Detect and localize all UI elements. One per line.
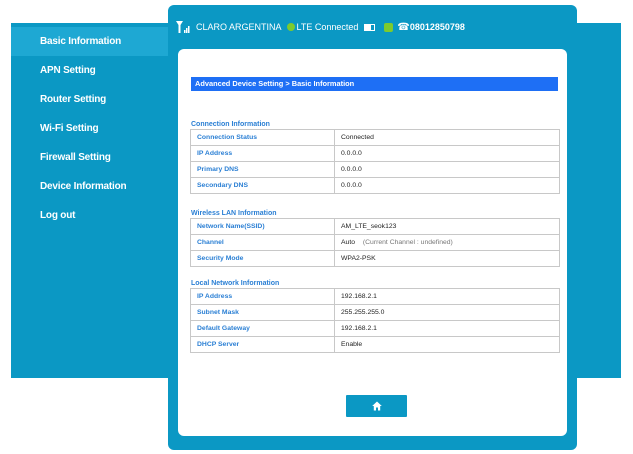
sidebar-item-apn-setting[interactable]: APN Setting [11,56,171,85]
channel-value: Auto [341,239,355,246]
row-value: 0.0.0.0 [334,161,560,178]
row-label: IP Address [190,145,335,162]
row-value: 0.0.0.0 [334,177,560,194]
lan-table: IP Address 192.168.2.1 Subnet Mask 255.2… [190,288,560,353]
sidebar-item-label: Device Information [40,181,127,192]
content-area: Advanced Device Setting > Basic Informat… [178,49,567,436]
table-row: Secondary DNS 0.0.0.0 [190,177,560,194]
table-row: Network Name(SSID) AM_LTE_seok123 [190,218,560,235]
sidebar-item-label: Router Setting [40,94,107,105]
row-value: 192.168.2.1 [334,288,560,305]
phone-number: 08012850798 [409,22,465,32]
row-value: Auto (Current Channel : undefined) [334,234,560,251]
sidebar-item-label: Firewall Setting [40,152,111,163]
connection-section-title: Connection Information [191,121,270,128]
row-value: Connected [334,129,560,146]
row-label: Default Gateway [190,320,335,337]
row-value: Enable [334,336,560,353]
wlan-section-title: Wireless LAN Information [191,210,277,217]
sidebar-item-log-out[interactable]: Log out [11,201,171,230]
table-row: Default Gateway 192.168.2.1 [190,320,560,337]
table-row: Connection Status Connected [190,129,560,146]
sidebar-item-label: Basic Information [40,36,122,47]
row-label: Security Mode [190,250,335,267]
sidebar-item-router-setting[interactable]: Router Setting [11,85,171,114]
phone-icon: ☎ [397,21,410,33]
battery-icon [364,23,376,31]
table-row: Subnet Mask 255.255.255.0 [190,304,560,321]
sidebar-item-firewall-setting[interactable]: Firewall Setting [11,143,171,172]
row-label: Channel [190,234,335,251]
row-label: Secondary DNS [190,177,335,194]
sim-card-icon [384,22,394,32]
row-label: IP Address [190,288,335,305]
sidebar-item-label: Log out [40,210,76,221]
router-admin-page: Basic Information APN Setting Router Set… [0,0,633,454]
sidebar-item-label: Wi-Fi Setting [40,123,99,134]
status-bar: CLARO ARGENTINA LTE Connected ☎ 08012850… [168,19,465,35]
home-icon [371,399,382,414]
main-panel: CLARO ARGENTINA LTE Connected ☎ 08012850… [168,5,577,450]
row-label: Subnet Mask [190,304,335,321]
row-label: DHCP Server [190,336,335,353]
table-row: Channel Auto (Current Channel : undefine… [190,234,560,251]
sidebar-menu: Basic Information APN Setting Router Set… [11,23,171,230]
table-row: DHCP Server Enable [190,336,560,353]
network-status-icon [286,23,295,31]
row-label: Connection Status [190,129,335,146]
row-label: Primary DNS [190,161,335,178]
sidebar-item-basic-information[interactable]: Basic Information [11,27,171,56]
row-value: 255.255.255.0 [334,304,560,321]
table-row: Security Mode WPA2-PSK [190,250,560,267]
page-title: Advanced Device Setting > Basic Informat… [191,77,558,91]
connection-table: Connection Status Connected IP Address 0… [190,129,560,194]
lan-section-title: Local Network Information [191,280,280,287]
network-status: LTE Connected [296,22,359,32]
table-row: IP Address 0.0.0.0 [190,145,560,162]
table-row: Primary DNS 0.0.0.0 [190,161,560,178]
row-value: 192.168.2.1 [334,320,560,337]
sidebar-item-label: APN Setting [40,65,96,76]
home-button[interactable] [346,395,407,417]
table-row: IP Address 192.168.2.1 [190,288,560,305]
channel-note: (Current Channel : undefined) [362,239,453,246]
row-label: Network Name(SSID) [190,218,335,235]
sidebar-item-device-information[interactable]: Device Information [11,172,171,201]
row-value: AM_LTE_seok123 [334,218,560,235]
row-value: WPA2-PSK [334,250,560,267]
sidebar-item-wifi-setting[interactable]: Wi-Fi Setting [11,114,171,143]
operator-name: CLARO ARGENTINA [196,22,282,32]
row-value: 0.0.0.0 [334,145,560,162]
signal-bars-icon [176,21,191,33]
wlan-table: Network Name(SSID) AM_LTE_seok123 Channe… [190,218,560,267]
